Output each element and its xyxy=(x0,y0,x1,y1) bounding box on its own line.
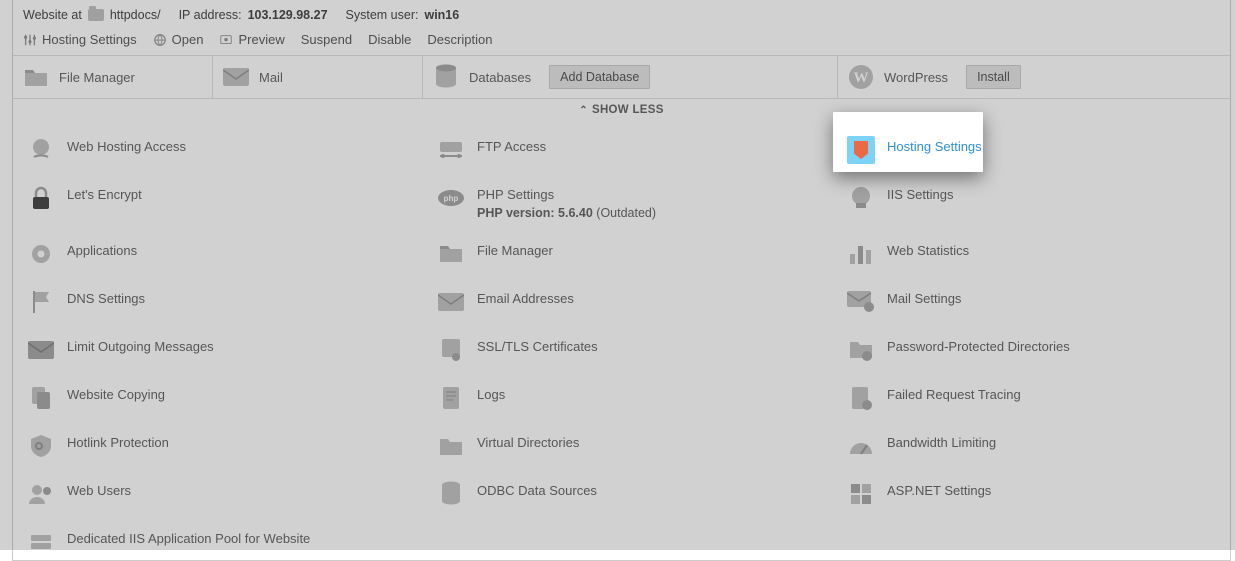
folder-tree-icon xyxy=(437,432,465,460)
card-wordpress: W WordPress Install xyxy=(838,56,1228,98)
certificate-icon xyxy=(437,336,465,364)
tool-logs[interactable]: Logs xyxy=(433,374,843,422)
tool-file-manager[interactable]: File Manager xyxy=(433,230,843,278)
iis-icon xyxy=(847,184,875,212)
suspend-link[interactable]: Suspend xyxy=(301,32,352,47)
envelope-icon xyxy=(223,64,249,90)
tool-dns-settings[interactable]: DNS Settings xyxy=(23,278,433,326)
info-row: Website at httpdocs/ IP address: 103.129… xyxy=(13,0,1230,30)
server-icon xyxy=(27,528,55,556)
card-file-manager[interactable]: File Manager xyxy=(13,56,213,98)
database-small-icon xyxy=(437,480,465,508)
website-path: Website at httpdocs/ xyxy=(23,8,161,22)
tool-email-addresses[interactable]: Email Addresses xyxy=(433,278,843,326)
tool-web-hosting-access[interactable]: Web Hosting Access xyxy=(23,126,433,174)
ftp-icon xyxy=(437,136,465,164)
tool-applications[interactable]: Applications xyxy=(23,230,433,278)
svg-text:W: W xyxy=(854,70,869,86)
description-link[interactable]: Description xyxy=(427,32,492,47)
flag-icon xyxy=(27,288,55,316)
preview-link[interactable]: Preview xyxy=(219,32,284,47)
tool-web-users[interactable]: Web Users xyxy=(23,470,433,518)
card-mail[interactable]: Mail xyxy=(213,56,423,98)
tool-virtual-directories[interactable]: Virtual Directories xyxy=(433,422,843,470)
tool-bandwidth-limiting[interactable]: Bandwidth Limiting xyxy=(843,422,1235,470)
shield-icon xyxy=(847,136,875,164)
document-x-icon xyxy=(847,384,875,412)
system-user: System user: win16 xyxy=(346,8,460,22)
tool-web-statistics[interactable]: Web Statistics xyxy=(843,230,1235,278)
tool-limit-outgoing[interactable]: Limit Outgoing Messages xyxy=(23,326,433,374)
gear-icon xyxy=(27,240,55,268)
tool-mail-settings[interactable]: Mail Settings xyxy=(843,278,1235,326)
sliders-icon xyxy=(23,33,37,47)
envelope-icon xyxy=(437,288,465,316)
domain-panel: Website at httpdocs/ IP address: 103.129… xyxy=(12,0,1231,561)
eye-icon xyxy=(219,33,233,47)
domain-toolbar: Hosting Settings Open Preview Suspend Di… xyxy=(13,30,1230,55)
envelope-stop-icon xyxy=(27,336,55,364)
ip-address: IP address: 103.129.98.27 xyxy=(179,8,328,22)
copy-icon xyxy=(27,384,55,412)
hosting-settings-link[interactable]: Hosting Settings xyxy=(23,32,137,47)
tool-lets-encrypt[interactable]: Let's Encrypt xyxy=(23,174,433,230)
tool-ftp-access[interactable]: FTP Access xyxy=(433,126,843,174)
globe-icon xyxy=(153,33,167,47)
show-less-toggle[interactable]: ⌃SHOW LESS xyxy=(13,99,1230,122)
cards-row: File Manager Mail Databases Add Database… xyxy=(13,55,1230,99)
card-databases: Databases Add Database xyxy=(423,56,838,98)
tool-ssl[interactable]: SSL/TLS Certificates xyxy=(433,326,843,374)
chevron-up-icon: ⌃ xyxy=(579,105,588,116)
tool-aspnet[interactable]: ASP.NET Settings xyxy=(843,470,1235,518)
folder-icon xyxy=(437,240,465,268)
tool-website-copying[interactable]: Website Copying xyxy=(23,374,433,422)
add-database-button[interactable]: Add Database xyxy=(549,65,650,89)
svg-text:php: php xyxy=(444,194,459,203)
envelope-gear-icon xyxy=(847,288,875,316)
lock-icon xyxy=(27,184,55,212)
open-link[interactable]: Open xyxy=(153,32,204,47)
tool-php-settings[interactable]: php PHP Settings PHP version: 5.6.40 (Ou… xyxy=(433,174,843,230)
php-icon: php xyxy=(437,184,465,212)
wordpress-icon: W xyxy=(848,64,874,90)
folder-lock-icon xyxy=(847,336,875,364)
folder-large-icon xyxy=(23,64,49,90)
tool-failed-request[interactable]: Failed Request Tracing xyxy=(843,374,1235,422)
tool-password-dirs[interactable]: Password-Protected Directories xyxy=(843,326,1235,374)
document-icon xyxy=(437,384,465,412)
tool-iis-pool[interactable]: Dedicated IIS Application Pool for Websi… xyxy=(23,518,433,556)
database-icon xyxy=(433,64,459,90)
gauge-icon xyxy=(847,432,875,460)
bar-chart-icon xyxy=(847,240,875,268)
tool-hotlink-protection[interactable]: Hotlink Protection xyxy=(23,422,433,470)
folder-icon xyxy=(88,9,104,21)
tools-grid: Web Hosting Access FTP Access Hosting Se… xyxy=(13,122,1230,560)
windows-icon xyxy=(847,480,875,508)
users-icon xyxy=(27,480,55,508)
php-version-text: PHP version: 5.6.40 (Outdated) xyxy=(477,206,656,220)
disable-link[interactable]: Disable xyxy=(368,32,411,47)
chain-shield-icon xyxy=(27,432,55,460)
tool-odbc[interactable]: ODBC Data Sources xyxy=(433,470,843,518)
tool-iis-settings[interactable]: IIS Settings xyxy=(843,174,1235,230)
tool-hosting-settings[interactable]: Hosting Settings xyxy=(843,126,1235,174)
globe-hand-icon xyxy=(27,136,55,164)
install-wordpress-button[interactable]: Install xyxy=(966,65,1021,89)
